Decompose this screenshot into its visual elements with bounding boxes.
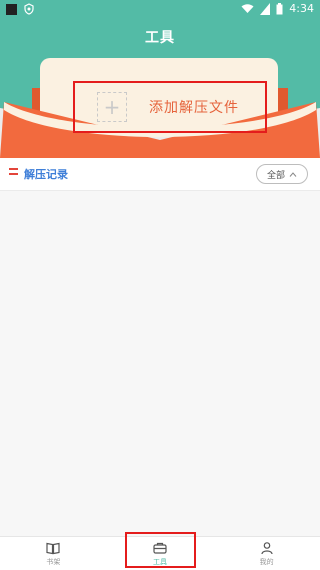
page-title: 工具 bbox=[145, 30, 175, 46]
header: 工具 + 添加解压文件 bbox=[0, 18, 320, 158]
user-icon bbox=[261, 541, 273, 554]
battery-icon bbox=[276, 2, 283, 14]
plus-icon: + bbox=[97, 92, 127, 122]
shield-icon bbox=[24, 3, 34, 15]
records-list-icon bbox=[9, 168, 18, 177]
tab-bookshelf[interactable]: 书架 bbox=[0, 537, 107, 570]
records-header: 解压记录 全部 bbox=[0, 158, 320, 191]
notification-icon bbox=[6, 3, 17, 15]
filter-label: 全部 bbox=[266, 170, 285, 181]
tab-mine[interactable]: 我的 bbox=[213, 537, 320, 570]
bottom-tab-bar: 书架 工具 我的 bbox=[0, 536, 320, 570]
signal-icon bbox=[260, 2, 271, 15]
status-bar: 4:34 bbox=[0, 0, 320, 18]
add-archive-button[interactable]: + 添加解压文件 bbox=[73, 81, 267, 133]
add-archive-label: 添加解压文件 bbox=[149, 100, 239, 116]
tab-bookshelf-label: 书架 bbox=[46, 557, 61, 566]
filter-dropdown[interactable]: 全部 bbox=[255, 164, 308, 184]
tab-mine-label: 我的 bbox=[259, 557, 274, 566]
records-title: 解压记录 bbox=[24, 168, 68, 181]
toolbox-icon bbox=[153, 542, 167, 554]
tab-tools-label: 工具 bbox=[153, 557, 167, 566]
book-icon bbox=[46, 542, 60, 554]
records-list bbox=[0, 191, 320, 536]
wifi-icon bbox=[241, 4, 254, 13]
status-time: 4:34 bbox=[289, 2, 314, 15]
chevron-up-icon bbox=[289, 171, 297, 177]
tab-tools[interactable]: 工具 bbox=[107, 537, 214, 570]
